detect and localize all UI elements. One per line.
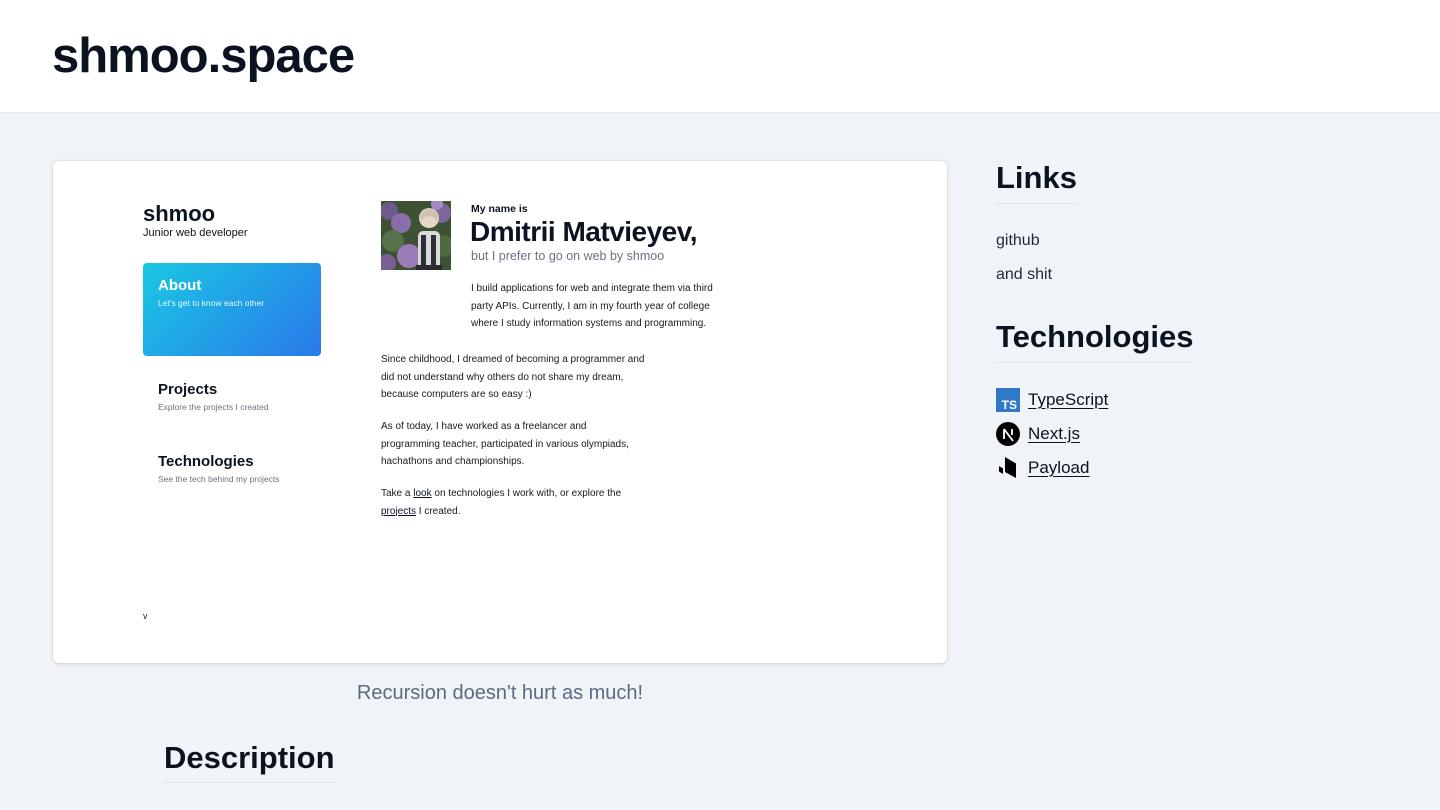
tech-label: Next.js — [1028, 424, 1080, 443]
tech-label: Payload — [1028, 458, 1090, 477]
typescript-icon: TS — [996, 388, 1020, 412]
tech-typescript[interactable]: TS TypeScript — [996, 388, 1108, 412]
text-line: As of today, I have worked as a freelanc… — [381, 421, 587, 432]
preview-childhood: Since childhood, I dreamed of becoming a… — [381, 351, 644, 404]
tech-label: TypeScript — [1028, 390, 1109, 409]
preview-nav-technologies[interactable]: Technologies See the tech behind my proj… — [143, 439, 321, 532]
preview-nav-subtitle: Explore the projects I created — [158, 402, 269, 412]
preview-footer-char: v — [143, 611, 148, 621]
preview-nickname: but I prefer to go on web by shmoo — [471, 249, 665, 263]
text-line: where I study information systems and pr… — [471, 318, 707, 329]
preview-work: As of today, I have worked as a freelanc… — [381, 418, 629, 471]
tech-nextjs[interactable]: Next.js — [996, 422, 1080, 446]
text-line: hachathons and championships. — [381, 456, 525, 467]
avatar-photo — [381, 201, 451, 270]
text-line: projects I created. — [381, 503, 621, 521]
links-heading: Links — [996, 160, 1077, 204]
description-heading: Description — [164, 740, 335, 783]
text-line: programming teacher, participated in var… — [381, 438, 629, 450]
preview-cta: Take a look on technologies I work with,… — [381, 485, 621, 520]
preview-caption: Recursion doesn't hurt as much! — [356, 682, 644, 704]
top-bar: shmoo.space — [0, 0, 1440, 113]
preview-nav-about[interactable]: About Let's get to know each other — [143, 263, 321, 356]
preview-nav-subtitle: Let's get to know each other — [158, 298, 265, 308]
preview-nav-title: Technologies — [158, 453, 254, 470]
text-fragment: on technologies I work with, or explore … — [431, 488, 622, 499]
text-line: Take a look on technologies I work with,… — [381, 485, 621, 503]
text-line: party APIs. Currently, I am in my fourth… — [471, 300, 710, 312]
text-fragment: I created. — [416, 505, 461, 517]
text-fragment: Take a — [381, 488, 414, 499]
tech-payload[interactable]: Payload — [996, 456, 1089, 480]
projects-link[interactable]: projects — [381, 506, 416, 517]
preview-nav-subtitle: See the tech behind my projects — [158, 474, 280, 484]
nextjs-icon — [996, 422, 1020, 446]
preview-brand: shmoo — [143, 201, 216, 226]
svg-text:TS: TS — [1002, 398, 1017, 412]
and-shit-link[interactable]: and shit — [996, 266, 1052, 284]
preview-bio: I build applications for web and integra… — [471, 280, 713, 333]
payload-icon — [996, 456, 1020, 480]
site-title[interactable]: shmoo.space — [52, 28, 355, 84]
preview-nav-title: Projects — [158, 381, 218, 398]
website-preview-screenshot: shmoo Junior web developer About Let's g… — [53, 161, 947, 663]
github-link[interactable]: github — [996, 232, 1040, 250]
text-line: Since childhood, I dreamed of becoming a… — [381, 354, 645, 365]
preview-role: Junior web developer — [143, 227, 248, 239]
preview-intro: My name is — [471, 203, 528, 215]
preview-name: Dmitrii Matvieyev, — [470, 216, 698, 247]
text-line: did not understand why others do not sha… — [381, 371, 624, 383]
technologies-heading: Technologies — [996, 319, 1194, 363]
preview-nav-title: About — [158, 277, 202, 294]
text-line: I build applications for web and integra… — [471, 283, 713, 294]
look-link[interactable]: look — [413, 488, 431, 499]
text-line: because computers are so easy :) — [381, 389, 532, 400]
